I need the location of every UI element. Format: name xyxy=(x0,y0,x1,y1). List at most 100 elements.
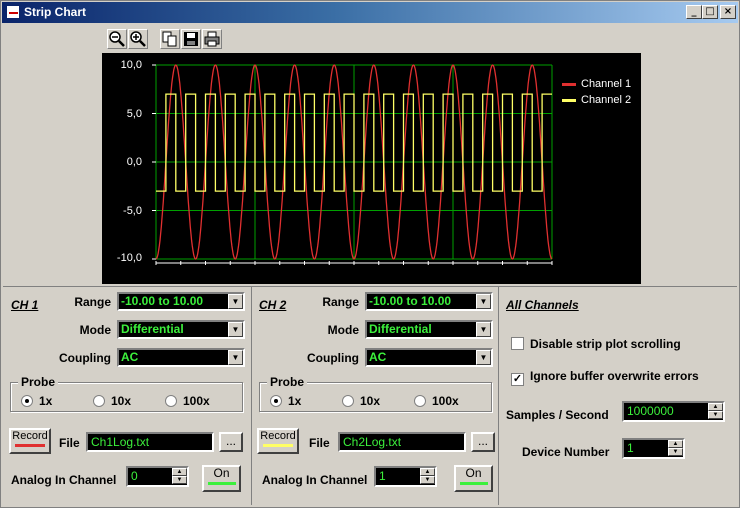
ch2-analog-channel-spinner[interactable]: 1 ▲ ▼ xyxy=(374,466,437,487)
chevron-down-icon[interactable]: ▼ xyxy=(228,294,243,309)
legend-label: Channel 2 xyxy=(581,94,632,106)
ch2-on-button[interactable]: On xyxy=(454,465,493,492)
ch1-probe-10x-radio[interactable]: 10x xyxy=(93,394,131,408)
print-icon[interactable] xyxy=(202,29,222,49)
save-icon[interactable] xyxy=(181,29,201,49)
ch1-coupling-select[interactable]: AC ▼ xyxy=(117,348,245,367)
ch1-mode-label: Mode xyxy=(79,323,111,337)
ch1-range-select[interactable]: -10.00 to 10.00 ▼ xyxy=(117,292,245,311)
ch2-probe-100x-radio[interactable]: 100x xyxy=(414,394,459,408)
spin-up-icon[interactable]: ▲ xyxy=(172,468,187,476)
ch2-file-label: File xyxy=(309,436,330,450)
ch2-mode-select[interactable]: Differential ▼ xyxy=(365,320,493,339)
ch2-browse-button[interactable]: ... xyxy=(471,432,495,452)
legend-item-channel-2: Channel 2 xyxy=(562,94,631,106)
ch1-coupling-label: Coupling xyxy=(59,351,111,365)
zoom-in-icon[interactable] xyxy=(128,29,148,49)
series-line-2 xyxy=(156,93,552,192)
plot-panel: 10,0 5,0 0,0 -5,0 -10,0 Channel 1 Channe… xyxy=(102,26,641,284)
ch1-probe-1x-radio[interactable]: 1x xyxy=(21,394,52,408)
radio-label: 10x xyxy=(360,394,381,408)
ch2-analog-label: Analog In Channel xyxy=(262,473,368,487)
ch1-analog-label: Analog In Channel xyxy=(11,473,117,487)
all-channels-title: All Channels xyxy=(506,298,579,312)
checkbox-label: Disable strip plot scrolling xyxy=(530,337,681,351)
close-button[interactable]: × xyxy=(720,5,736,19)
on-indicator xyxy=(459,482,488,485)
ch2-coupling-select[interactable]: AC ▼ xyxy=(365,348,493,367)
record-color-swatch xyxy=(15,444,45,447)
radio-label: 100x xyxy=(432,394,459,408)
radio-selected-icon xyxy=(270,395,282,407)
ch2-range-label: Range xyxy=(322,295,359,309)
device-number-spinner[interactable]: 1 ▲ ▼ xyxy=(622,438,685,459)
checkbox-icon xyxy=(511,337,524,350)
chevron-down-icon[interactable]: ▼ xyxy=(228,322,243,337)
ch1-probe-100x-radio[interactable]: 100x xyxy=(165,394,210,408)
ch2-title: CH 2 xyxy=(259,298,287,312)
device-value: 1 xyxy=(627,441,634,455)
ch1-on-button[interactable]: On xyxy=(202,465,241,492)
ch2-on-label: On xyxy=(465,466,482,480)
title-bar[interactable]: Strip Chart _ □ × xyxy=(2,2,738,23)
chart-plot-area[interactable]: 10,0 5,0 0,0 -5,0 -10,0 Channel 1 Channe… xyxy=(102,53,641,284)
chevron-down-icon[interactable]: ▼ xyxy=(228,350,243,365)
ch1-coupling-value: AC xyxy=(121,350,139,364)
ch1-record-button[interactable]: Record xyxy=(9,428,51,454)
radio-label: 1x xyxy=(288,394,302,408)
spin-up-icon[interactable]: ▲ xyxy=(668,440,683,448)
ch1-file-input[interactable]: Ch1Log.txt xyxy=(86,432,214,452)
ch1-analog-value: 0 xyxy=(131,469,138,483)
spin-up-icon[interactable]: ▲ xyxy=(708,403,723,411)
record-color-swatch xyxy=(263,444,293,447)
ch2-probe-1x-radio[interactable]: 1x xyxy=(270,394,301,408)
legend-item-channel-1: Channel 1 xyxy=(562,78,631,90)
panel-divider xyxy=(498,287,499,505)
spin-down-icon[interactable]: ▼ xyxy=(668,448,683,456)
chevron-down-icon[interactable]: ▼ xyxy=(476,294,491,309)
spin-up-icon[interactable]: ▲ xyxy=(420,468,435,476)
ch2-analog-value: 1 xyxy=(379,469,386,483)
ch1-analog-channel-spinner[interactable]: 0 ▲ ▼ xyxy=(126,466,189,487)
checkbox-label: Ignore buffer overwrite errors xyxy=(530,369,699,383)
ignore-errors-checkbox[interactable]: ✓ Ignore buffer overwrite errors xyxy=(511,369,699,386)
radio-icon xyxy=(165,395,177,407)
ch1-mode-select[interactable]: Differential ▼ xyxy=(117,320,245,339)
ch2-coupling-value: AC xyxy=(369,350,387,364)
ch1-browse-button[interactable]: ... xyxy=(219,432,243,452)
ch1-probe-group: Probe 1x 10x 100x xyxy=(10,375,243,412)
app-icon xyxy=(6,5,20,19)
minimize-button[interactable]: _ xyxy=(686,5,702,19)
chevron-down-icon[interactable]: ▼ xyxy=(476,322,491,337)
ch1-file-label: File xyxy=(59,436,80,450)
y-tick-label: -10,0 xyxy=(116,252,142,264)
radio-icon xyxy=(342,395,354,407)
maximize-button[interactable]: □ xyxy=(702,5,718,19)
radio-icon xyxy=(414,395,426,407)
ch2-probe-10x-radio[interactable]: 10x xyxy=(342,394,380,408)
legend-swatch xyxy=(562,98,576,102)
zoom-out-icon[interactable] xyxy=(107,29,127,49)
chart-svg xyxy=(152,64,553,265)
copy-icon[interactable] xyxy=(160,29,180,49)
spin-down-icon[interactable]: ▼ xyxy=(708,411,723,419)
spin-down-icon[interactable]: ▼ xyxy=(420,476,435,484)
samples-per-second-spinner[interactable]: 1000000 ▲ ▼ xyxy=(622,401,725,422)
y-tick-label: -5,0 xyxy=(123,205,142,217)
ch2-range-select[interactable]: -10.00 to 10.00 ▼ xyxy=(365,292,493,311)
ch2-probe-title: Probe xyxy=(267,375,308,389)
ch2-probe-group: Probe 1x 10x 100x xyxy=(259,375,492,412)
ch2-file-input[interactable]: Ch2Log.txt xyxy=(338,432,466,452)
panel-divider xyxy=(251,287,252,505)
spin-down-icon[interactable]: ▼ xyxy=(172,476,187,484)
ch1-mode-value: Differential xyxy=(121,322,184,336)
radio-label: 100x xyxy=(183,394,210,408)
ch2-record-button[interactable]: Record xyxy=(257,428,299,454)
ch2-record-label: Record xyxy=(260,430,296,442)
disable-scroll-checkbox[interactable]: Disable strip plot scrolling xyxy=(511,337,681,351)
chevron-down-icon[interactable]: ▼ xyxy=(476,350,491,365)
ch1-probe-title: Probe xyxy=(18,375,59,389)
device-label: Device Number xyxy=(522,445,610,459)
legend-label: Channel 1 xyxy=(581,78,632,90)
y-tick-label: 5,0 xyxy=(126,108,142,120)
